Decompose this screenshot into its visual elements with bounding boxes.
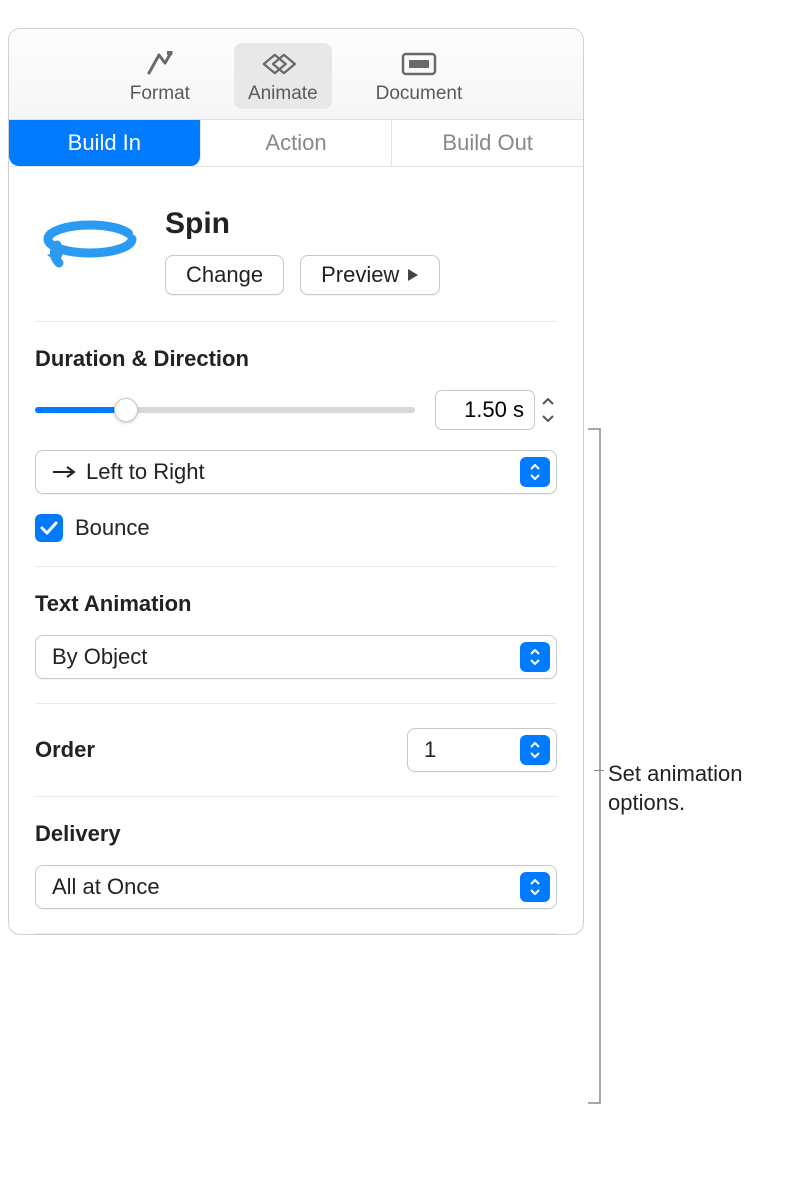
document-label: Document — [376, 83, 463, 105]
effect-header: Spin Change Preview — [35, 167, 557, 322]
animation-tabs: Build In Action Build Out — [9, 120, 583, 167]
inspector-content: Spin Change Preview Duration & Direction — [9, 167, 583, 934]
text-animation-label: Text Animation — [35, 591, 557, 617]
dropdown-arrows-icon — [520, 735, 550, 765]
slider-thumb[interactable] — [114, 398, 138, 422]
animate-label: Animate — [248, 83, 318, 105]
tab-build-out[interactable]: Build Out — [392, 120, 583, 166]
duration-direction-section: Duration & Direction — [35, 322, 557, 567]
format-icon — [139, 49, 181, 79]
change-label: Change — [186, 262, 263, 288]
toolbar: Format Animate Document — [9, 29, 583, 120]
document-icon — [398, 49, 440, 79]
delivery-section: Delivery All at Once — [35, 797, 557, 934]
animate-toolbar-item[interactable]: Animate — [234, 43, 332, 109]
bounce-label: Bounce — [75, 515, 150, 541]
order-section: Order 1 — [35, 704, 557, 797]
dropdown-arrows-icon — [520, 642, 550, 672]
tab-build-in[interactable]: Build In — [9, 120, 201, 166]
inspector-panel: Format Animate Document Build In Action — [8, 28, 584, 935]
duration-row — [35, 390, 557, 430]
tab-action[interactable]: Action — [201, 120, 393, 166]
effect-title: Spin — [165, 207, 557, 241]
direction-dropdown[interactable]: Left to Right — [35, 450, 557, 494]
callout-text: Set animation options. — [608, 760, 795, 817]
delivery-label: Delivery — [35, 821, 557, 847]
duration-slider[interactable] — [35, 398, 415, 422]
slider-fill — [35, 407, 126, 413]
order-row: Order 1 — [35, 728, 557, 772]
preview-label: Preview — [321, 262, 399, 288]
duration-direction-label: Duration & Direction — [35, 346, 557, 372]
stepper-arrows — [539, 394, 557, 426]
spin-icon — [35, 207, 145, 287]
arrow-right-icon — [52, 465, 76, 479]
stepper-up-icon[interactable] — [539, 394, 557, 410]
delivery-dropdown[interactable]: All at Once — [35, 865, 557, 909]
text-animation-value: By Object — [36, 644, 514, 670]
direction-text: Left to Right — [36, 459, 514, 485]
callout-bracket — [586, 428, 604, 1104]
text-animation-dropdown[interactable]: By Object — [35, 635, 557, 679]
direction-value: Left to Right — [86, 459, 205, 485]
preview-button[interactable]: Preview — [300, 255, 440, 295]
effect-info: Spin Change Preview — [165, 207, 557, 295]
dropdown-arrows-icon — [520, 872, 550, 902]
document-toolbar-item[interactable]: Document — [362, 43, 477, 109]
format-label: Format — [130, 83, 190, 105]
effect-buttons: Change Preview — [165, 255, 557, 295]
format-toolbar-item[interactable]: Format — [116, 43, 204, 109]
bounce-checkbox[interactable] — [35, 514, 63, 542]
change-button[interactable]: Change — [165, 255, 284, 295]
bounce-row: Bounce — [35, 514, 557, 542]
callout-connector — [594, 770, 604, 771]
duration-input[interactable] — [435, 390, 535, 430]
order-dropdown[interactable]: 1 — [407, 728, 557, 772]
play-icon — [407, 268, 419, 282]
checkmark-icon — [40, 521, 58, 535]
order-label: Order — [35, 737, 95, 763]
text-animation-section: Text Animation By Object — [35, 567, 557, 704]
duration-stepper — [435, 390, 557, 430]
animate-icon — [262, 49, 304, 79]
stepper-down-icon[interactable] — [539, 410, 557, 426]
order-value: 1 — [408, 737, 514, 763]
dropdown-arrows-icon — [520, 457, 550, 487]
delivery-value: All at Once — [36, 874, 514, 900]
